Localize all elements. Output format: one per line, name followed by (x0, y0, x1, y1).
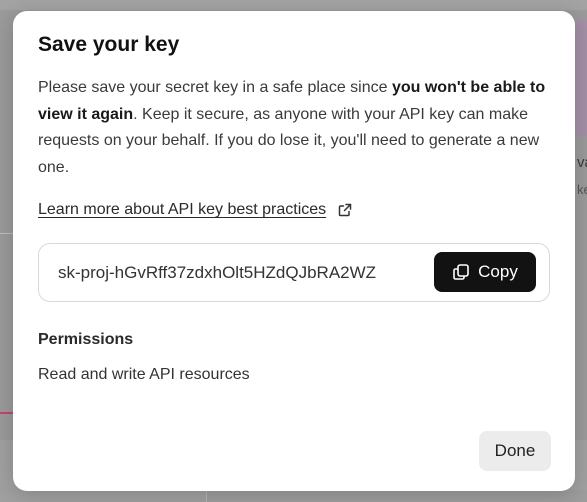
learn-more-label: Learn more about API key best practices (38, 201, 327, 218)
secret-key-field[interactable]: sk-proj-hGvRff37zdxhOlt5HZdQJbRA2WZ Copy (38, 243, 550, 302)
external-link-icon (338, 203, 352, 217)
dialog-description: Please save your secret key in a safe pl… (38, 75, 550, 181)
background-text: ke (577, 182, 587, 197)
copy-button[interactable]: Copy (434, 252, 536, 292)
permissions-heading: Permissions (38, 331, 134, 348)
background-text: va (577, 154, 587, 171)
dialog-title: Save your key (38, 33, 180, 56)
done-button[interactable]: Done (479, 431, 551, 471)
background-bottom-panel (206, 490, 587, 502)
description-text: Please save your secret key in a safe pl… (38, 79, 392, 96)
copy-label: Copy (478, 262, 518, 281)
copy-icon (452, 263, 470, 281)
background-panel (575, 20, 587, 136)
learn-more-link[interactable]: Learn more about API key best practices (38, 201, 352, 219)
background-accent-line (0, 412, 14, 414)
save-key-dialog: Save your key Please save your secret ke… (13, 11, 575, 491)
permissions-value: Read and write API resources (38, 366, 250, 383)
background-topbar (0, 0, 587, 10)
secret-key-value[interactable]: sk-proj-hGvRff37zdxhOlt5HZdQJbRA2WZ (58, 244, 430, 301)
background-divider (0, 233, 14, 234)
